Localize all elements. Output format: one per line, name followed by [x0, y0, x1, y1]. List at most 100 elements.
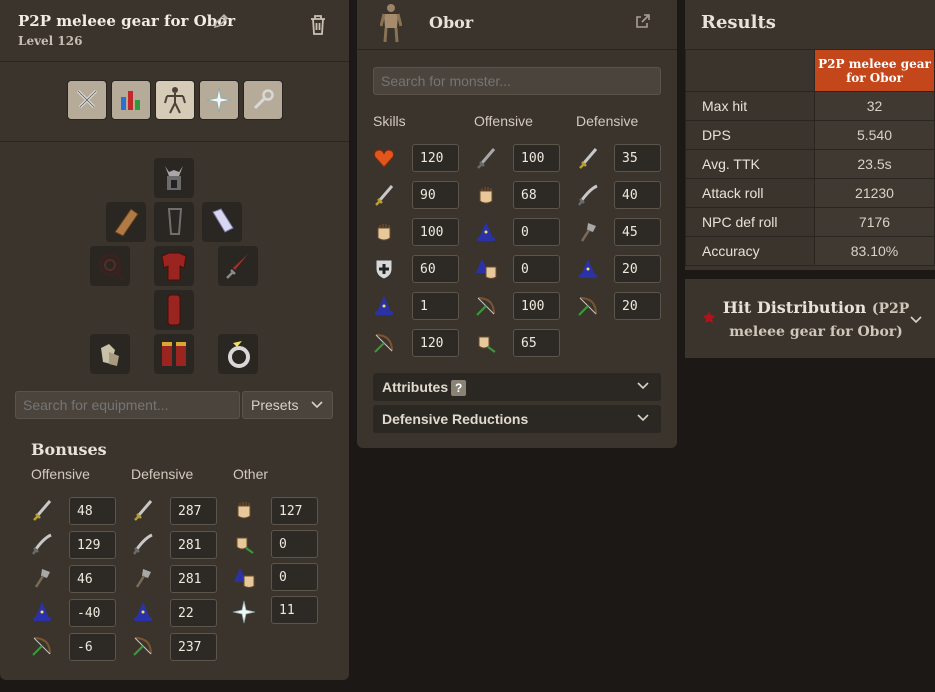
ranged-icon: [32, 637, 51, 656]
other-prayer-value: 11: [271, 596, 318, 624]
results-corner-cell: [685, 49, 815, 92]
results-title: Results: [701, 12, 776, 33]
slash-icon: [32, 533, 52, 555]
body-slot[interactable]: [154, 246, 194, 286]
loadout-title[interactable]: P2P meleee gear for Obor: [18, 12, 331, 30]
help-icon[interactable]: ?: [451, 380, 467, 396]
monster-stab-defence-icon: [579, 148, 598, 169]
attributes-accordion[interactable]: Attributes?: [373, 373, 661, 401]
neck-slot[interactable]: [154, 202, 194, 242]
monster-attack-bonus-icon: [477, 148, 496, 169]
ranged-strength-icon: [236, 537, 254, 554]
cape-slot[interactable]: [106, 202, 146, 242]
other-magic-strength-value: 0: [271, 563, 318, 591]
chevron-down-icon: [311, 401, 323, 409]
ring-slot[interactable]: [218, 334, 258, 374]
defensive-reductions-accordion[interactable]: Defensive Reductions: [373, 405, 661, 433]
slash-defence-icon: [133, 533, 153, 555]
monster-defensive-stab-value[interactable]: 35: [614, 144, 661, 172]
trash-icon[interactable]: [308, 14, 328, 36]
hit-splat-icon: [703, 312, 715, 323]
scroll-icon: [212, 208, 234, 233]
hit-distribution-label: Hit Distribution: [722, 298, 867, 317]
monster-crush-defence-icon: [580, 223, 596, 242]
result-value: 21230: [814, 178, 935, 208]
hands-slot[interactable]: [90, 334, 130, 374]
attributes-label: Attributes: [382, 379, 449, 395]
monster-offensive-attack-value[interactable]: 100: [513, 144, 560, 172]
prayer-tab[interactable]: [198, 80, 239, 120]
monster-slash-defence-icon: [578, 184, 598, 206]
offensive-slash-value: 129: [69, 531, 116, 559]
external-link-icon[interactable]: [635, 13, 651, 29]
result-value: 32: [814, 91, 935, 121]
skill-hitpoints-value[interactable]: 120: [412, 144, 459, 172]
monster-offensive-magic-value[interactable]: 0: [513, 218, 560, 246]
presets-dropdown[interactable]: Presets: [242, 391, 333, 419]
legs-slot[interactable]: [154, 290, 194, 330]
monster-defensive-magic-value[interactable]: 20: [614, 255, 661, 283]
monster-ranged-strength-icon: [478, 336, 496, 353]
ammo-slot[interactable]: [202, 202, 242, 242]
table-row: Avg. TTK 23.5s: [685, 149, 935, 179]
prayer-star-icon: [206, 87, 231, 113]
table-row: Max hit 32: [685, 91, 935, 121]
monster-defensive-slash-value[interactable]: 40: [614, 181, 661, 209]
magic-defence-icon: [134, 602, 152, 621]
monster-offensive-magic-strength-value[interactable]: 0: [513, 255, 560, 283]
monster-defensive-ranged-value[interactable]: 20: [614, 292, 661, 320]
result-label: Attack roll: [685, 178, 815, 208]
defensive-reductions-label: Defensive Reductions: [382, 411, 529, 427]
table-row: Attack roll 21230: [685, 178, 935, 208]
hit-distribution-accordion[interactable]: Hit Distribution (P2P meleee gear for Ob…: [685, 279, 935, 358]
monster-defensive-header: Defensive: [576, 113, 639, 129]
skill-ranged-value[interactable]: 120: [412, 329, 459, 357]
skill-defence-value[interactable]: 60: [412, 255, 459, 283]
defence-icon: [375, 259, 393, 280]
chevron-down-icon: [637, 414, 649, 422]
gloves-icon: [101, 344, 119, 366]
defensive-ranged-value: 237: [170, 633, 217, 661]
crush-defence-icon: [135, 569, 151, 588]
defensive-crush-value: 281: [170, 565, 217, 593]
results-loadout-column: P2P meleee gear for Obor: [814, 49, 935, 92]
skill-strength-value[interactable]: 100: [412, 218, 459, 246]
boots-icon: [162, 342, 186, 366]
cape-icon: [114, 208, 139, 237]
weapon-slot[interactable]: [90, 246, 130, 286]
skill-magic-value[interactable]: 1: [412, 292, 459, 320]
skills-tab[interactable]: [110, 80, 151, 120]
skill-attack-value[interactable]: 90: [412, 181, 459, 209]
monster-defensive-crush-value[interactable]: 45: [614, 218, 661, 246]
monster-header: Obor: [357, 0, 677, 50]
options-tab[interactable]: [242, 80, 283, 120]
result-value: 7176: [814, 207, 935, 237]
monster-offensive-ranged-strength-value[interactable]: 65: [513, 329, 560, 357]
monster-offensive-strength-value[interactable]: 68: [513, 181, 560, 209]
other-strength-value: 127: [271, 497, 318, 525]
combat-style-tab[interactable]: [66, 80, 107, 120]
prayer-bonus-icon: [232, 600, 256, 624]
monster-strength-bonus-icon: [479, 187, 493, 204]
result-label: NPC def roll: [685, 207, 815, 237]
equipment-tab[interactable]: [154, 80, 195, 120]
hit-distribution-title: Hit Distribution (P2P meleee gear for Ob…: [721, 297, 911, 343]
feet-slot[interactable]: [154, 334, 194, 374]
monster-skills-header: Skills: [373, 113, 406, 129]
shield-slot[interactable]: [218, 246, 258, 286]
equipment-search-input[interactable]: [15, 391, 240, 419]
offensive-ranged-value: -6: [69, 633, 116, 661]
result-label: Accuracy: [685, 236, 815, 266]
monster-search-input[interactable]: [373, 67, 661, 95]
crush-icon: [34, 569, 50, 588]
ranged-defence-icon: [133, 637, 152, 656]
pencil-icon[interactable]: [213, 13, 229, 29]
ring-icon: [228, 341, 250, 368]
monster-offensive-ranged-value[interactable]: 100: [513, 292, 560, 320]
wrench-icon: [253, 89, 274, 110]
offensive-crush-value: 46: [69, 565, 116, 593]
stab-icon: [33, 500, 52, 521]
magic-strength-icon: [234, 568, 255, 588]
head-slot[interactable]: [154, 158, 194, 198]
magic-skill-icon: [375, 296, 393, 315]
